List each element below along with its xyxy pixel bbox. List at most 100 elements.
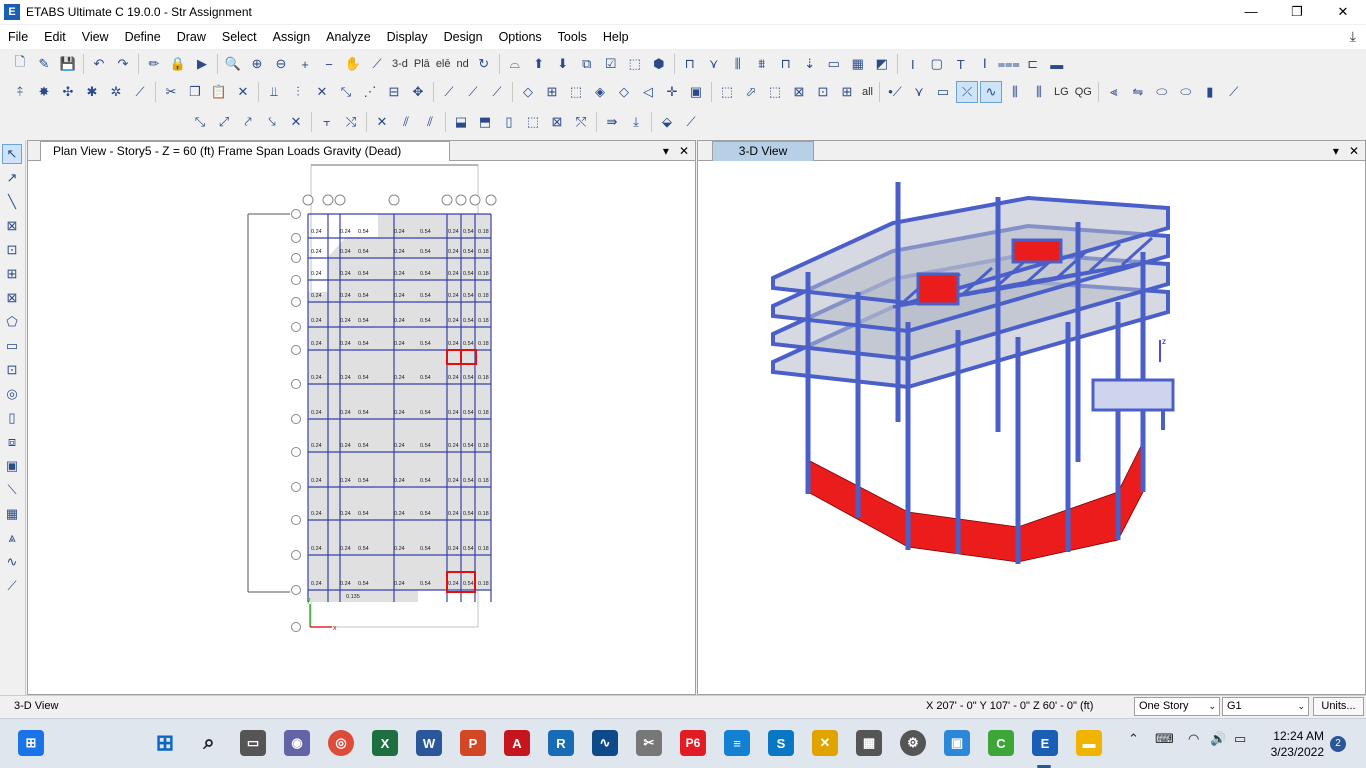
joint-springs-icon[interactable]: ✣ — [57, 81, 79, 103]
design-slab-icon[interactable]: ⟋ — [1223, 81, 1245, 103]
chevron-down-icon[interactable]: ▾ — [663, 141, 669, 161]
settings-icon[interactable]: ⚙ — [900, 730, 926, 756]
rotate-3d-icon[interactable]: ↻ — [473, 53, 495, 75]
snap-perpendicular-icon[interactable]: ⤫ — [956, 81, 979, 103]
move-up-icon[interactable]: ⬆ — [528, 53, 550, 75]
draw-ramp-icon[interactable]: ◇ — [613, 81, 635, 103]
quick-draw-brace-icon[interactable]: ✕ — [371, 111, 393, 133]
assign-tendon-icon[interactable]: ⤥ — [261, 111, 283, 133]
menu-assign[interactable]: Assign — [265, 25, 319, 49]
select-window-icon[interactable]: ⬀ — [740, 81, 762, 103]
design-check-icon[interactable]: ⫷ — [1103, 81, 1125, 103]
menu-view[interactable]: View — [74, 25, 117, 49]
draw-tendon-icon[interactable]: ⟋ — [680, 111, 702, 133]
draw-line-icon[interactable]: ╲ — [2, 192, 22, 212]
wifi-icon[interactable]: ◠ — [1188, 731, 1199, 747]
menu-file[interactable]: File — [0, 25, 36, 49]
snap-lines-icon[interactable]: ∿ — [980, 81, 1003, 103]
i-section-icon[interactable]: Ⅰ — [974, 53, 996, 75]
beam-icon[interactable]: ⫼ — [727, 53, 749, 75]
select-prev-icon[interactable]: ⊠ — [788, 81, 810, 103]
perspective-icon[interactable]: ⌓ — [504, 53, 526, 75]
elevation-view-button[interactable]: elē — [434, 53, 453, 75]
draw-rectangle-icon[interactable]: ▭ — [2, 336, 22, 356]
wall-section-icon[interactable]: ⊓ — [775, 53, 797, 75]
camtasia-icon[interactable]: C — [988, 730, 1014, 756]
open-icon[interactable]: ✎ — [33, 53, 55, 75]
design-steel-icon[interactable]: ⇋ — [1127, 81, 1149, 103]
quick-draw-secondary-icon[interactable]: ⫽ — [395, 111, 417, 133]
redo-icon[interactable]: ↷ — [112, 53, 134, 75]
design-concrete-icon[interactable]: ⬭ — [1151, 81, 1173, 103]
app3-icon[interactable]: ▣ — [944, 730, 970, 756]
draw-support-icon[interactable]: ⩓ — [2, 528, 22, 548]
draw-opening-icon[interactable]: ◈ — [589, 81, 611, 103]
word-icon[interactable]: W — [416, 730, 442, 756]
draw-deck-icon[interactable]: ⬙ — [656, 111, 678, 133]
select-intersect-icon[interactable]: ⬚ — [764, 81, 786, 103]
draw-link-line-icon[interactable]: ⟍ — [2, 480, 22, 500]
draw-brace-icon[interactable]: ⟋ — [462, 81, 484, 103]
zoom-in-icon[interactable]: + — [294, 53, 316, 75]
plan-view-canvas[interactable]: 0.54 0.54 0.54 0.24 0.24 0.24 0.24 0.18 0.54 0.54… — [28, 162, 695, 694]
cut-icon[interactable]: ✂ — [160, 81, 182, 103]
draw-wall-click-icon[interactable]: ▣ — [2, 456, 22, 476]
set-display-options-icon[interactable]: ☑ — [600, 53, 622, 75]
reshape-icon[interactable]: ↗ — [2, 168, 22, 188]
column-section-icon[interactable]: I — [902, 53, 924, 75]
explorer-icon[interactable]: ▬ — [1076, 730, 1102, 756]
draw-dimension-icon[interactable]: ✛ — [661, 81, 683, 103]
assign-release-icon[interactable]: ✕ — [285, 111, 307, 133]
close-button[interactable]: ✕ — [1320, 0, 1366, 24]
draw-opening-area-icon[interactable]: ⬚ — [522, 111, 544, 133]
menu-edit[interactable]: Edit — [36, 25, 74, 49]
snap-ends-icon[interactable]: ⋎ — [908, 81, 930, 103]
quick-draw-beam-icon[interactable]: ⫟ — [316, 111, 338, 133]
chrome-icon[interactable]: ◎ — [328, 730, 354, 756]
diaphragm-icon[interactable]: ✱ — [81, 81, 103, 103]
draw-wall-rect-icon[interactable]: ⧈ — [2, 432, 22, 452]
area-section-icon[interactable]: ▢ — [926, 53, 948, 75]
snap-grid-icon[interactable]: ⫼ — [1004, 81, 1026, 103]
draw-grid-icon[interactable]: ⊞ — [541, 81, 563, 103]
copy-icon[interactable]: ❐ — [184, 81, 206, 103]
extrude-icon[interactable]: ⬚ — [624, 53, 646, 75]
snap-intersection-icon[interactable]: ▭ — [932, 81, 954, 103]
object-shrink-icon[interactable]: ⧉ — [576, 53, 598, 75]
zoom-extents-icon[interactable]: ⊕ — [246, 53, 268, 75]
joint-coordinates-icon[interactable]: ⋰ — [359, 81, 381, 103]
zoom-previous-icon[interactable]: ⊖ — [270, 53, 292, 75]
frame-section-icon[interactable]: ⊓ — [679, 53, 701, 75]
load-icon[interactable]: ⇣ — [799, 53, 821, 75]
start-icon[interactable]: ⊞ — [18, 730, 44, 756]
run-analysis-icon[interactable]: ▶ — [191, 53, 213, 75]
panel-zone-icon[interactable]: ✲ — [105, 81, 127, 103]
maximize-button[interactable]: ❐ — [1274, 0, 1320, 24]
deck-icon[interactable]: ▦ — [847, 53, 869, 75]
draw-tendon-line-icon[interactable]: ∿ — [2, 552, 22, 572]
calculator-icon[interactable]: ▦ — [856, 730, 882, 756]
menu-tools[interactable]: Tools — [550, 25, 595, 49]
close-icon[interactable]: ✕ — [1349, 141, 1359, 161]
joist-icon[interactable]: ⩩ — [751, 53, 773, 75]
primavera-icon[interactable]: P6 — [680, 730, 706, 756]
pencil-icon[interactable]: ✏ — [143, 53, 165, 75]
menu-analyze[interactable]: Analyze — [318, 25, 378, 49]
menu-select[interactable]: Select — [214, 25, 265, 49]
new-model-icon[interactable]: 🗋 — [9, 53, 31, 75]
draw-floor-icon[interactable]: ⬚ — [565, 81, 587, 103]
notes-icon[interactable]: ≡ — [724, 730, 750, 756]
app2-icon[interactable]: ✕ — [812, 730, 838, 756]
qg-button[interactable]: QG — [1073, 81, 1094, 103]
chat-icon[interactable]: ◉ — [284, 730, 310, 756]
chevron-down-icon[interactable]: ▾ — [1333, 141, 1339, 161]
draw-column-area-icon[interactable]: ▯ — [498, 111, 520, 133]
close-icon[interactable]: ✕ — [679, 141, 689, 161]
draw-joint-frame-icon[interactable]: ⊡ — [2, 240, 22, 260]
draw-walls-icon[interactable]: ⊠ — [546, 111, 568, 133]
select-clear-icon[interactable]: ⊞ — [836, 81, 858, 103]
units-button[interactable]: Units... — [1313, 697, 1364, 716]
draw-wall-icon[interactable]: ◇ — [517, 81, 539, 103]
autocad-icon[interactable]: A — [504, 730, 530, 756]
draw-section-cut-icon[interactable]: ⤓ — [625, 111, 647, 133]
